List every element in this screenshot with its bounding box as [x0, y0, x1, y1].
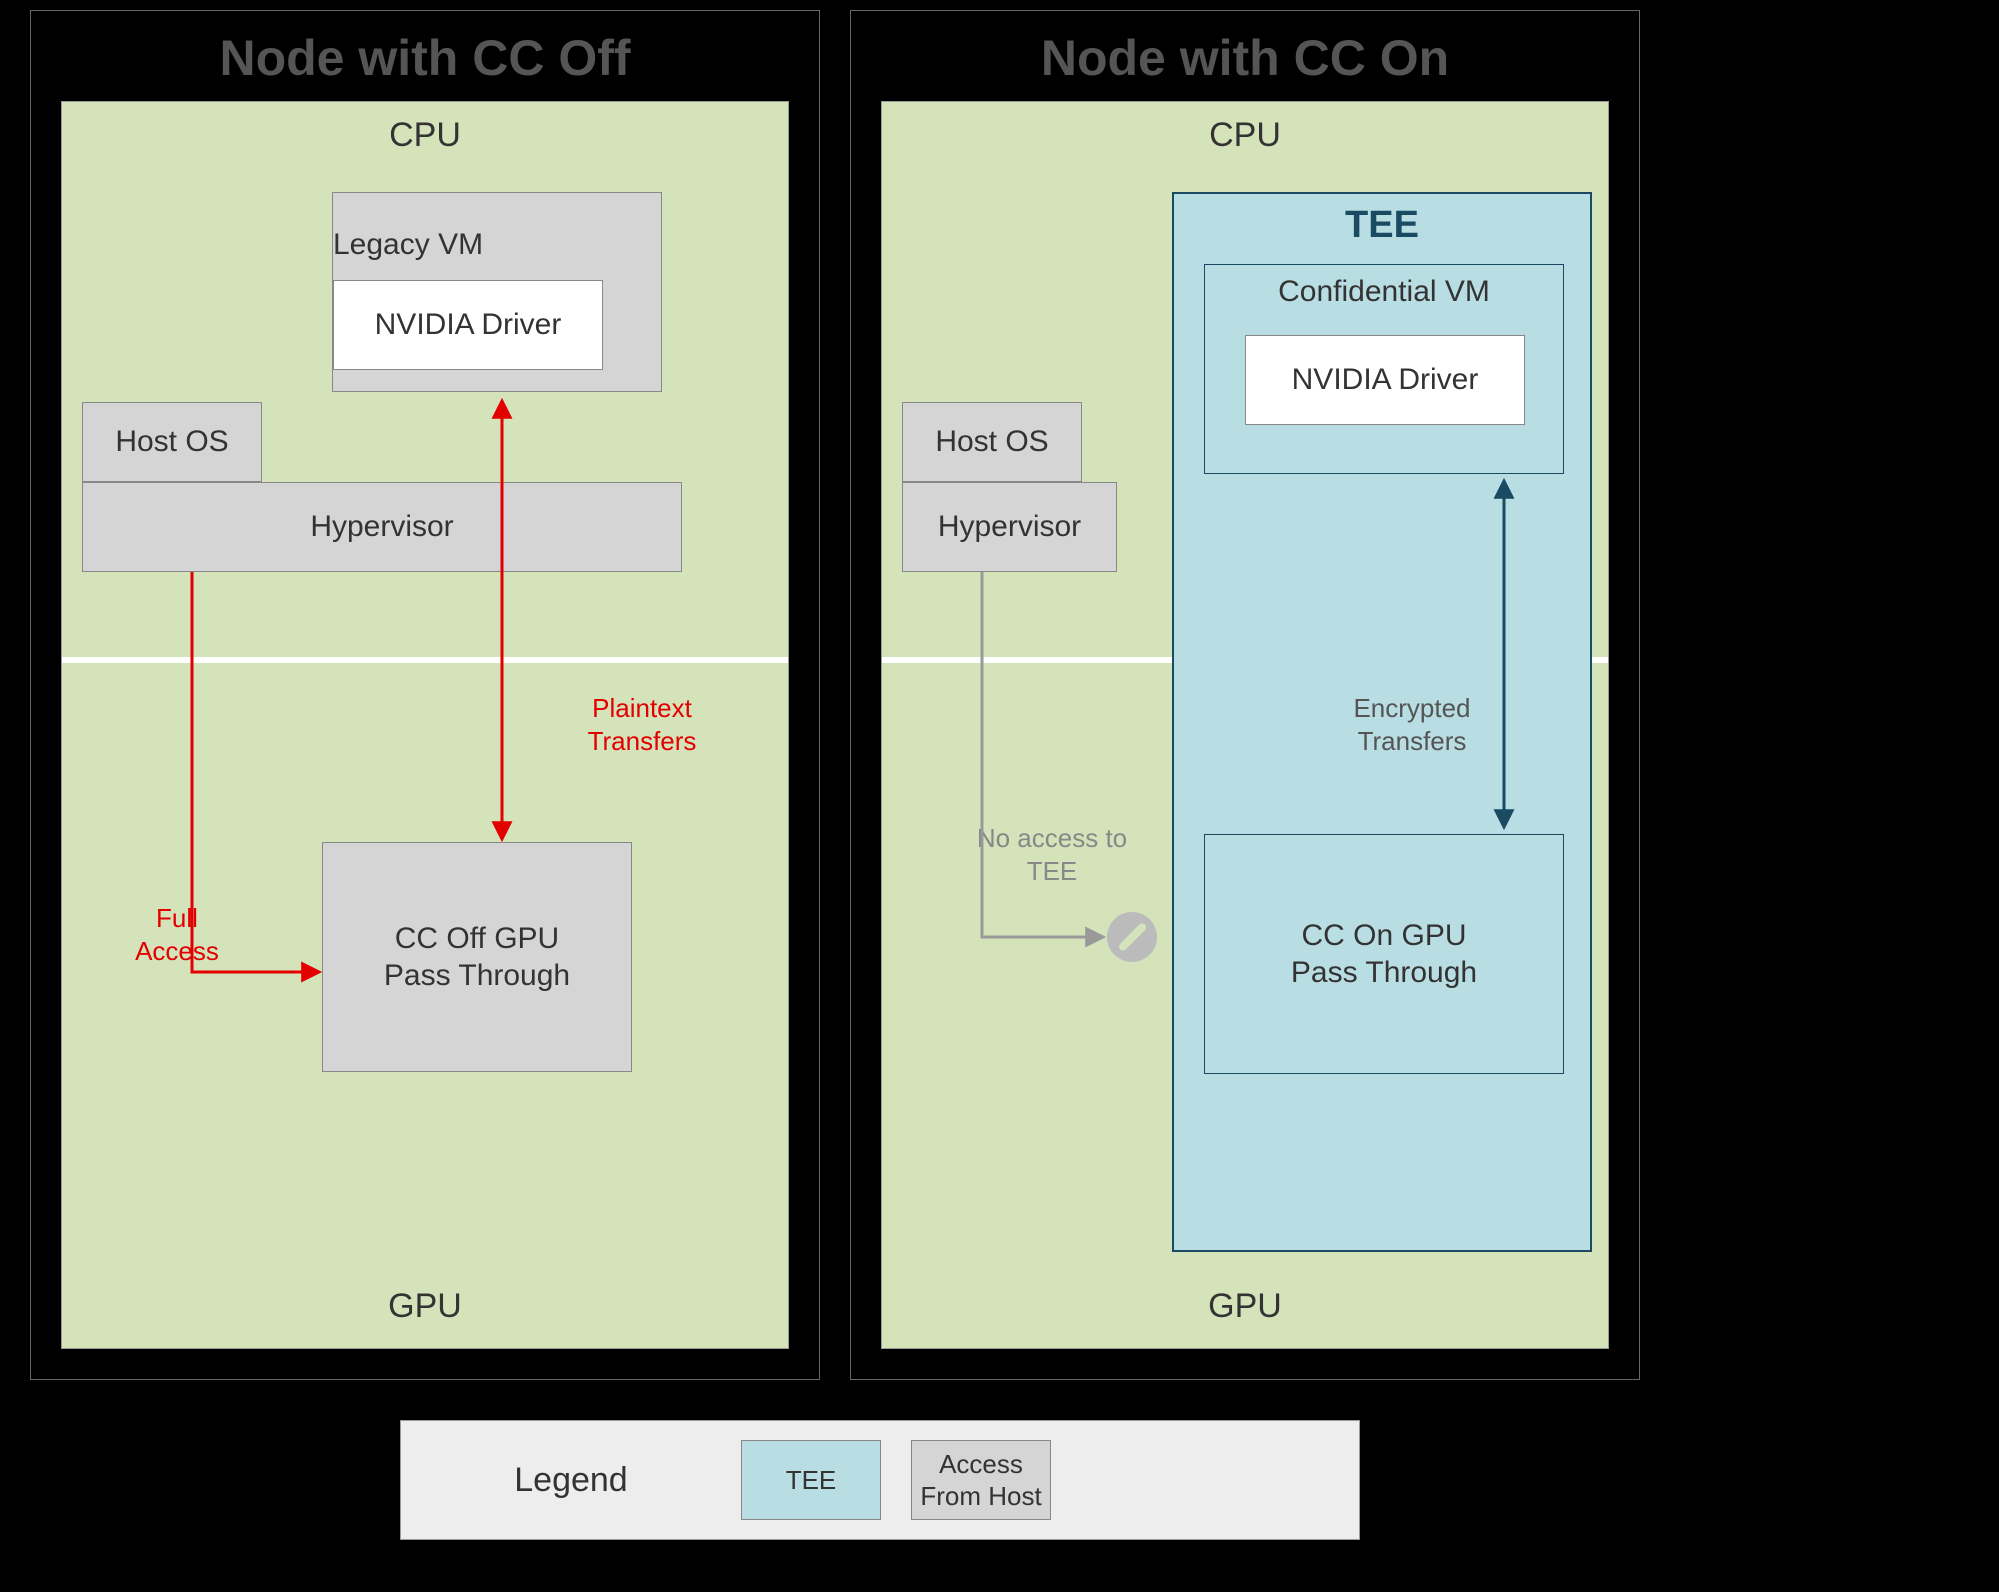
node-cc-on: Node with CC On CPU GPU Host OS Hypervis…: [850, 10, 1640, 1380]
nvidia-driver-label: NVIDIA Driver: [375, 306, 562, 344]
legacy-vm-title: Legacy VM: [333, 226, 483, 264]
no-access-icon: [1107, 912, 1157, 962]
hypervisor-box: Hypervisor: [82, 482, 682, 572]
confidential-vm-title: Confidential VM: [1205, 275, 1563, 309]
cc-off-gpu-label: CC Off GPU Pass Through: [362, 920, 592, 995]
legend: Legend TEE Access From Host: [400, 1420, 1360, 1540]
host-os-box: Host OS: [82, 402, 262, 482]
legend-tee-swatch: TEE: [741, 1440, 881, 1520]
plaintext-label: Plaintext Transfers: [552, 692, 732, 757]
panel-off: CPU GPU Host OS Hypervisor Legacy VM NVI…: [61, 101, 789, 1349]
nvidia-driver-label-r: NVIDIA Driver: [1292, 363, 1479, 397]
hypervisor-box-r: Hypervisor: [902, 482, 1117, 572]
confidential-vm-box: Confidential VM NVIDIA Driver: [1204, 264, 1564, 474]
cpu-label: CPU: [62, 116, 788, 155]
node-title-on: Node with CC On: [851, 11, 1639, 105]
cpu-label-r: CPU: [882, 116, 1608, 155]
no-access-label: No access to TEE: [962, 822, 1142, 887]
node-title-off: Node with CC Off: [31, 11, 819, 105]
node-cc-off: Node with CC Off CPU GPU Host OS Hypervi…: [30, 10, 820, 1380]
hypervisor-label: Hypervisor: [310, 510, 453, 544]
encrypted-label: Encrypted Transfers: [1322, 692, 1502, 757]
host-os-box-r: Host OS: [902, 402, 1082, 482]
legacy-vm-box: Legacy VM NVIDIA Driver: [332, 192, 662, 392]
full-access-label: Full Access: [112, 902, 242, 967]
gpu-label: GPU: [62, 1287, 788, 1326]
legend-host-label: Access From Host: [912, 1448, 1050, 1513]
host-os-label: Host OS: [115, 425, 228, 459]
nvidia-driver-box-r: NVIDIA Driver: [1245, 335, 1525, 425]
hypervisor-label-r: Hypervisor: [938, 510, 1081, 544]
panel-on: CPU GPU Host OS Hypervisor TEE Confident…: [881, 101, 1609, 1349]
cc-on-gpu-box: CC On GPU Pass Through: [1204, 834, 1564, 1074]
cc-off-gpu-box: CC Off GPU Pass Through: [322, 842, 632, 1072]
legend-title: Legend: [431, 1461, 711, 1500]
nvidia-driver-box: NVIDIA Driver: [333, 280, 603, 370]
cpu-gpu-divider: [62, 657, 788, 663]
host-os-label-r: Host OS: [935, 425, 1048, 459]
tee-title: TEE: [1174, 204, 1590, 247]
gpu-label-r: GPU: [882, 1287, 1608, 1326]
cc-on-gpu-label: CC On GPU Pass Through: [1269, 917, 1499, 992]
legend-host-swatch: Access From Host: [911, 1440, 1051, 1520]
legend-tee-label: TEE: [786, 1465, 837, 1496]
